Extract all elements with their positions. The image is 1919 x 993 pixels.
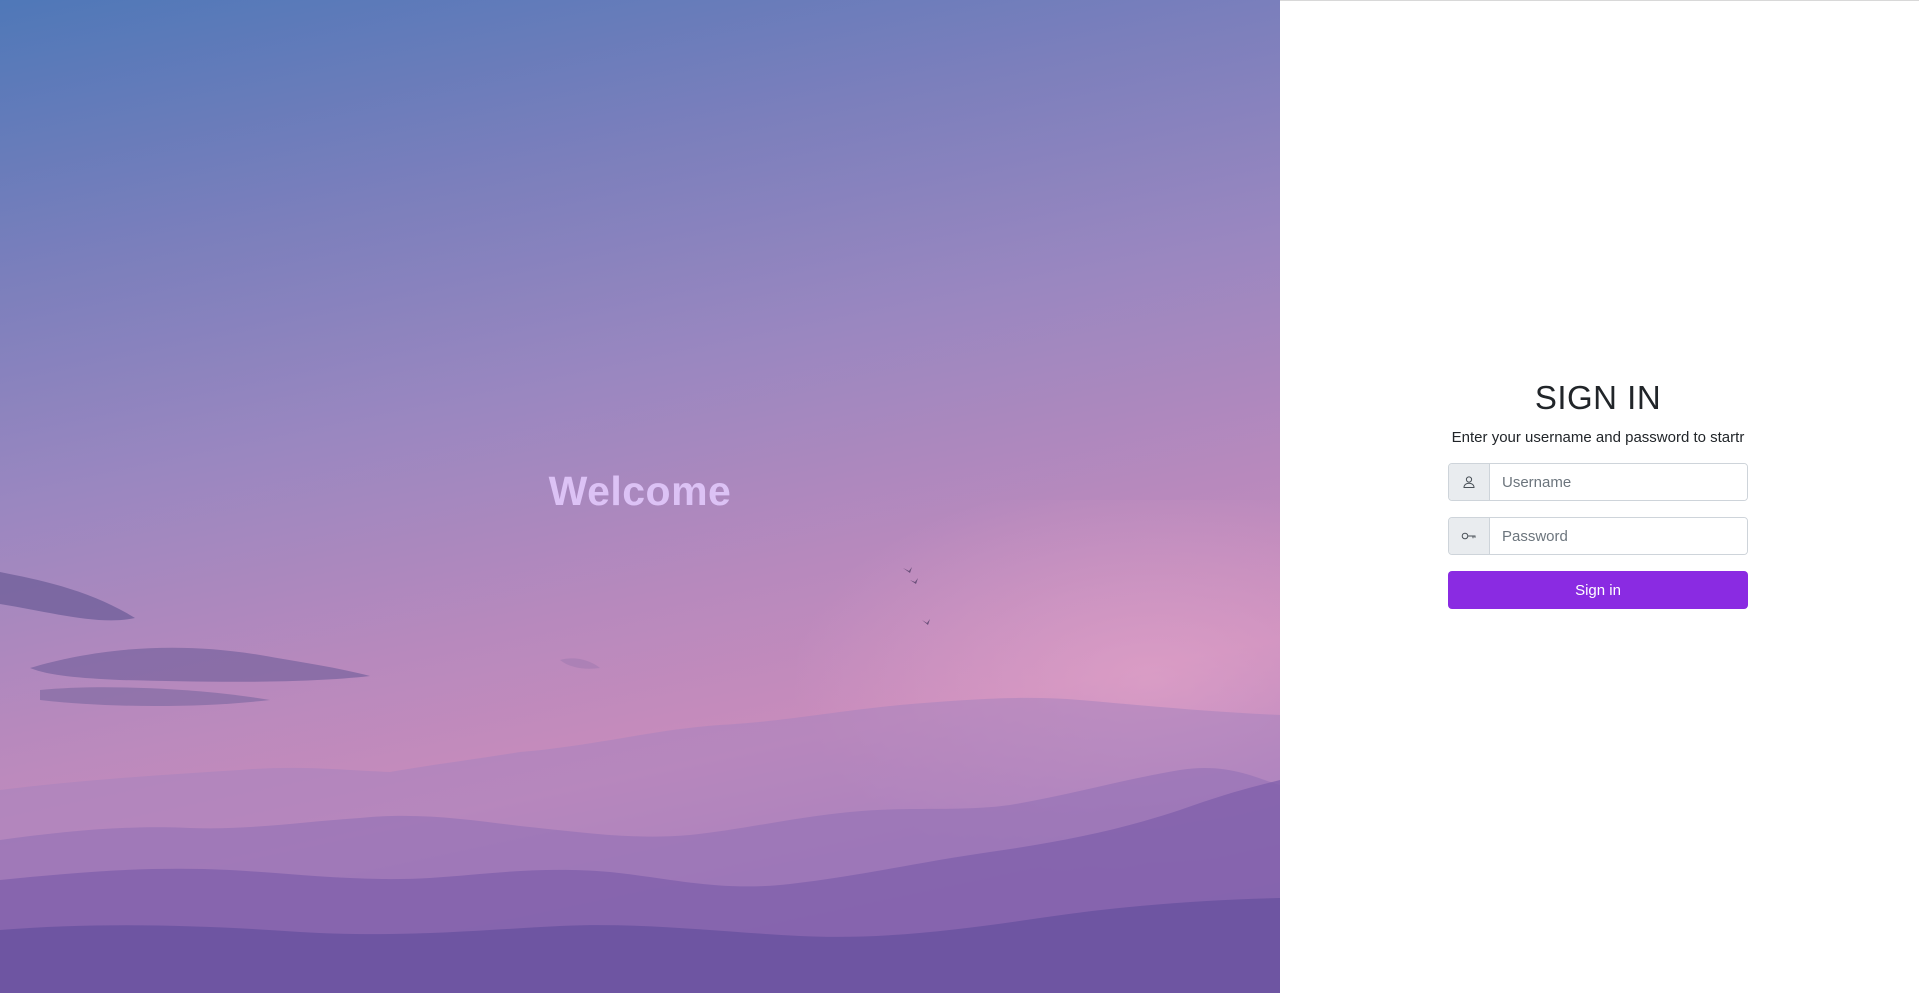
welcome-heading: Welcome — [548, 468, 732, 514]
signin-title: SIGN IN — [1534, 379, 1662, 416]
password-input[interactable] — [1490, 518, 1747, 554]
key-icon — [1449, 518, 1490, 554]
signin-subtitle: Enter your username and password to star… — [1451, 429, 1745, 446]
cloud — [30, 647, 370, 682]
cloud — [40, 687, 270, 706]
bird — [922, 619, 930, 625]
username-input[interactable] — [1490, 464, 1747, 500]
username-field-group — [1448, 463, 1748, 501]
bird — [903, 567, 912, 573]
signin-button[interactable]: Sign in — [1448, 571, 1748, 609]
password-field-group — [1448, 517, 1748, 555]
user-icon — [1449, 464, 1490, 500]
cloud — [560, 658, 600, 669]
signin-form: SIGN IN Enter your username and password… — [1448, 379, 1748, 609]
signin-panel: SIGN IN Enter your username and password… — [1280, 0, 1919, 993]
login-page: Welcome SIGN IN Enter your username and … — [0, 0, 1919, 993]
bird — [910, 578, 918, 584]
cloud — [0, 572, 135, 621]
hero-background: Welcome — [0, 0, 1280, 993]
